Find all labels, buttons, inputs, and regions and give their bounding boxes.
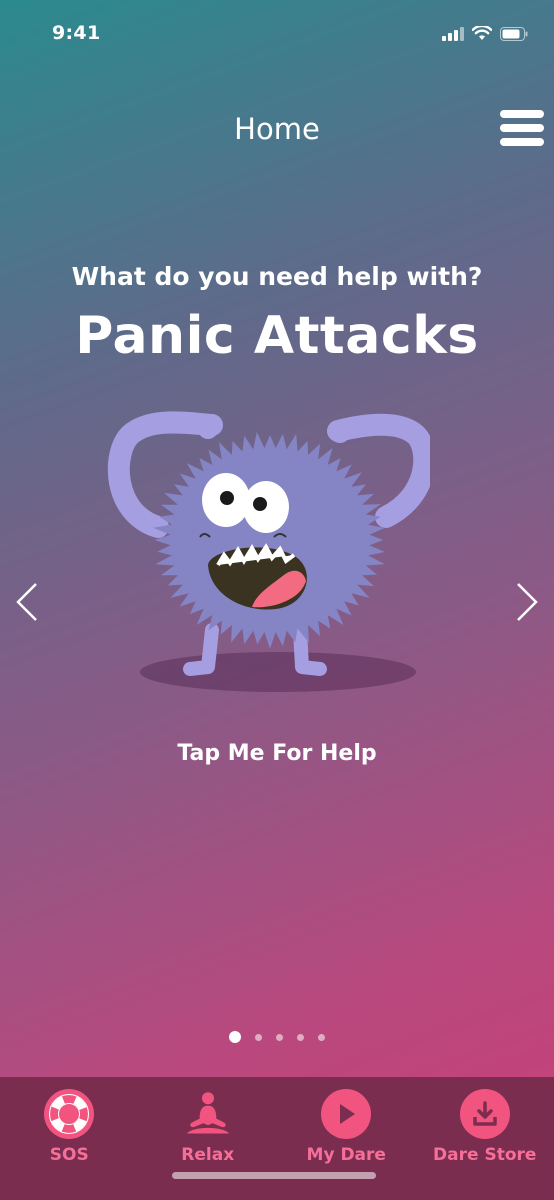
tab-dare-store[interactable]: Dare Store bbox=[416, 1077, 554, 1200]
tab-label-my-dare: My Dare bbox=[306, 1145, 386, 1165]
battery-icon bbox=[500, 26, 528, 41]
panic-monster-illustration[interactable] bbox=[100, 405, 430, 705]
page-dot[interactable] bbox=[318, 1033, 325, 1041]
meditation-icon bbox=[183, 1089, 233, 1139]
page-dot[interactable] bbox=[255, 1033, 262, 1041]
tab-label-dare-store: Dare Store bbox=[433, 1145, 537, 1165]
status-icons bbox=[442, 26, 528, 41]
tab-label-sos: SOS bbox=[49, 1145, 89, 1165]
page-dot[interactable] bbox=[229, 1031, 241, 1043]
status-bar: 9:41 bbox=[0, 0, 554, 70]
tab-my-dare[interactable]: My Dare bbox=[277, 1077, 416, 1200]
page-indicator bbox=[0, 1031, 554, 1043]
next-arrow-icon[interactable] bbox=[506, 580, 546, 624]
page-title: Home bbox=[234, 112, 320, 146]
menu-bar-icon bbox=[500, 110, 544, 118]
download-icon bbox=[459, 1089, 510, 1139]
menu-bar-icon bbox=[500, 124, 544, 132]
nav-bar: Home bbox=[0, 100, 554, 162]
lifebuoy-icon bbox=[44, 1089, 95, 1139]
page-dot[interactable] bbox=[297, 1033, 304, 1041]
topic-title: Panic Attacks bbox=[75, 306, 479, 366]
wifi-icon bbox=[472, 26, 492, 40]
menu-bar-icon bbox=[500, 138, 544, 146]
status-time: 9:41 bbox=[52, 22, 101, 44]
play-icon bbox=[321, 1089, 372, 1139]
tab-relax[interactable]: Relax bbox=[139, 1077, 278, 1200]
tab-bar: SOS Relax My Dare Dare Store bbox=[0, 1077, 554, 1200]
page-dot[interactable] bbox=[276, 1033, 283, 1041]
menu-button[interactable] bbox=[500, 106, 544, 150]
cellular-signal-icon bbox=[442, 26, 464, 41]
tab-sos[interactable]: SOS bbox=[0, 1077, 139, 1200]
previous-arrow-icon[interactable] bbox=[8, 580, 48, 624]
tap-for-help-label[interactable]: Tap Me For Help bbox=[0, 741, 554, 766]
tab-label-relax: Relax bbox=[181, 1145, 235, 1165]
home-indicator bbox=[172, 1172, 376, 1179]
help-prompt: What do you need help with? bbox=[71, 262, 483, 291]
